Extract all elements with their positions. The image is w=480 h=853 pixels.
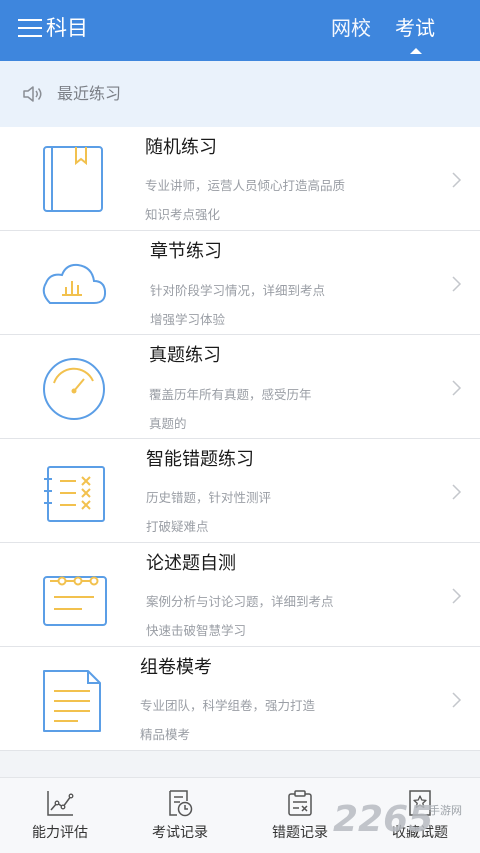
paper-document-icon [43,670,101,732]
watermark-sub: 手游网 [429,804,462,817]
tab-school[interactable]: 网校 [331,14,371,42]
tab-label: 考试记录 [152,825,208,841]
menu-icon[interactable] [18,19,42,39]
calendar-note-icon [43,576,107,626]
tab-ability-assessment[interactable]: 能力评估 [0,778,120,853]
chevron-right-icon [452,380,462,396]
subject-selector[interactable]: 科目 [46,14,88,42]
gauge-icon [43,358,105,420]
row-desc: 历史错题，针对性测评 [146,490,272,505]
top-header: 科目 网校 考试 [0,0,480,61]
practice-item-smart-mistakes[interactable]: 智能错题练习 历史错题，针对性测评 打破疑难点 [0,439,480,543]
row-desc: 针对阶段学习情况，详细到考点 [150,283,326,298]
row-desc: 覆盖历年所有真题，感受历年 [149,387,312,402]
row-title: 随机练习 [145,137,217,158]
row-desc: 专业讲师，运营人员倾心打造高品质 [145,178,346,193]
practice-item-chapter[interactable]: 章节练习 针对阶段学习情况，详细到考点 增强学习体验 [0,231,480,335]
row-title: 真题练习 [149,345,221,366]
chevron-right-icon [452,484,462,500]
row-desc: 打破疑难点 [146,519,209,534]
practice-item-real-exam[interactable]: 真题练习 覆盖历年所有真题，感受历年 真题的 [0,335,480,439]
row-desc: 增强学习体验 [150,312,226,327]
row-title: 章节练习 [150,241,222,262]
mistake-record-icon [288,790,312,816]
recent-practice-label: 最近练习 [57,84,122,103]
row-desc: 真题的 [149,416,187,431]
practice-item-random[interactable]: 随机练习 专业讲师，运营人员倾心打造高品质 知识考点强化 [0,127,480,231]
active-tab-indicator [410,48,422,54]
chevron-right-icon [452,692,462,708]
row-title: 组卷模考 [140,657,212,678]
cloud-chart-icon [42,263,107,304]
chart-line-icon [47,791,74,816]
practice-item-mock-exam[interactable]: 组卷模考 专业团队，科学组卷，强力打造 精品模考 [0,647,480,751]
row-desc: 专业团队，科学组卷，强力打造 [140,698,316,713]
mistake-notebook-icon [44,466,105,522]
book-icon [43,146,103,212]
row-desc: 知识考点强化 [145,207,221,222]
row-desc: 快速击破智慧学习 [146,623,247,638]
chevron-right-icon [452,276,462,292]
row-title: 智能错题练习 [146,449,254,470]
row-desc: 精品模考 [140,727,191,742]
site-watermark: 2265 手游网 [333,800,480,853]
speaker-icon [23,86,42,102]
tab-exam-record[interactable]: 考试记录 [120,778,240,853]
chevron-right-icon [452,172,462,188]
chevron-right-icon [452,588,462,604]
practice-item-essay-test[interactable]: 论述题自测 案例分析与讨论习题，详细到考点 快速击破智慧学习 [0,543,480,647]
tab-label: 能力评估 [32,825,88,841]
row-title: 论述题自测 [146,553,236,574]
exam-record-icon [169,790,193,817]
watermark-logo: 2265 [333,799,434,840]
row-desc: 案例分析与讨论习题，详细到考点 [146,594,334,609]
tab-exam[interactable]: 考试 [395,14,435,42]
